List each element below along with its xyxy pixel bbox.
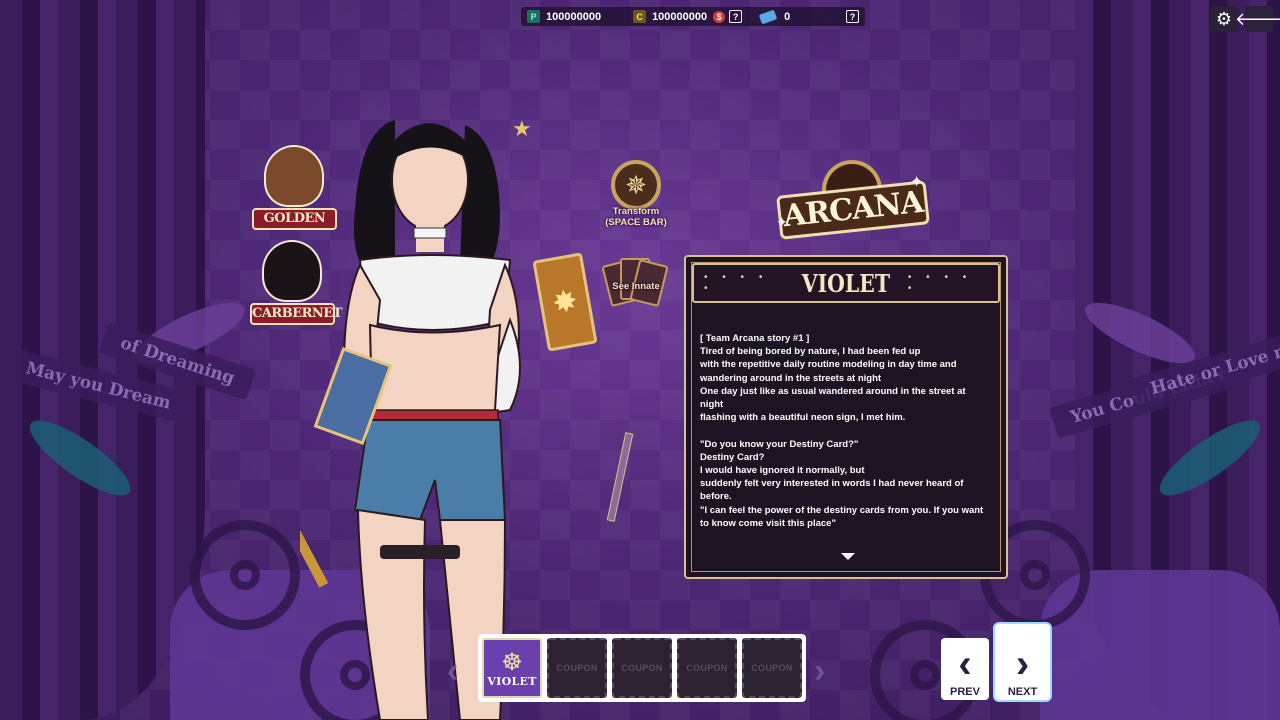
title-dots-left: • • • • • — [704, 272, 769, 294]
panel-title-bar: • • • • • VIOLET • • • • • — [692, 263, 1000, 303]
story-line: "I can feel the power of the destiny car… — [700, 504, 984, 516]
sparkle-icon: ✦ — [776, 214, 788, 230]
coins-currency: C 100000000 $ ? — [627, 7, 743, 26]
strip-right-arrow[interactable]: › — [814, 652, 825, 691]
ship-wheel-decor-left — [190, 520, 300, 630]
chevron-left-icon: ‹ — [958, 642, 972, 686]
next-label: NEXT — [1007, 686, 1038, 698]
card-slot-violet[interactable]: ☸ VIOLET — [482, 638, 542, 698]
points-currency: P 100000000 — [521, 7, 601, 26]
story-line: with the repetitive daily routine modeli… — [700, 359, 957, 371]
help-icon[interactable]: ? — [729, 10, 743, 23]
see-innate-label: See Innate — [612, 281, 660, 292]
slot-label: VIOLET — [487, 674, 537, 688]
coin-icon: C — [633, 10, 647, 23]
logo-text: ARCANA — [776, 180, 930, 240]
story-line: I would have ignored it normally, but — [700, 465, 865, 477]
prev-label: PREV — [950, 686, 980, 698]
card-slot-coupon[interactable]: COUPON — [742, 638, 802, 698]
ship-wheel-icon: ☸ — [501, 646, 523, 676]
help-icon[interactable]: ? — [846, 10, 859, 23]
transform-label-line2: (SPACE BAR) — [605, 217, 667, 228]
back-arrow-icon: 🡐 — [1234, 8, 1280, 29]
story-line: wandering around in the streets at night — [700, 372, 882, 384]
back-button[interactable]: 🡐 — [1235, 6, 1280, 32]
ticket-icon — [758, 9, 778, 24]
story-line: before. — [700, 491, 732, 503]
dollar-icon[interactable]: $ — [713, 10, 726, 23]
story-line — [700, 424, 1000, 437]
story-line: "Do you know your Destiny Card?" — [700, 438, 859, 450]
story-line: Tired of being bored by nature, I had be… — [700, 346, 921, 358]
story-line: One day just like as usual wandered arou… — [700, 385, 966, 397]
chevron-right-icon: › — [1015, 642, 1030, 686]
ticket-currency: 0 — [758, 7, 791, 26]
arcana-logo: ARCANA — [776, 160, 930, 240]
card-slot-coupon[interactable]: COUPON — [612, 638, 672, 698]
transform-button[interactable]: ✵ — [611, 160, 661, 210]
prev-button[interactable]: ‹ PREV — [941, 638, 989, 700]
character-name: VIOLET — [801, 268, 891, 298]
settings-button[interactable]: ⚙ — [1210, 6, 1238, 32]
compass-icon: ✵ — [625, 169, 647, 200]
story-line: night — [700, 399, 724, 411]
story-line: [ Team Arcana story #1 ] — [700, 333, 810, 344]
points-icon: P — [527, 10, 540, 23]
gear-icon: ⚙ — [1215, 8, 1233, 29]
story-line: flashing with a beautiful neon sign, I m… — [700, 412, 906, 424]
transform-label: Transform (SPACE BAR) — [596, 206, 676, 228]
currency-bar: P 100000000 C 100000000 $ ? 0 ? — [521, 7, 865, 26]
character-illustration — [300, 120, 521, 720]
story-panel[interactable]: • • • • • VIOLET • • • • • [ Team Arcana… — [684, 255, 1008, 579]
card-slot-coupon[interactable]: COUPON — [547, 638, 607, 698]
transform-label-line1: Transform — [612, 206, 660, 217]
story-line: suddenly felt very interested in words I… — [700, 478, 964, 490]
coins-value: 100000000 — [652, 10, 708, 23]
next-button[interactable]: › NEXT — [995, 624, 1050, 700]
points-value: 100000000 — [546, 10, 602, 23]
story-text: [ Team Arcana story #1 ] Tired of being b… — [700, 332, 1000, 530]
character-card-strip: ☸ VIOLET COUPON COUPON COUPON COUPON — [478, 634, 806, 702]
story-line: to know come visit this place" — [700, 517, 836, 529]
title-dots-right: • • • • • — [907, 272, 973, 294]
ticket-value: 0 — [784, 10, 791, 23]
scroll-down-icon[interactable] — [841, 553, 855, 560]
card-slot-coupon[interactable]: COUPON — [677, 638, 737, 698]
strip-left-arrow[interactable]: ‹ — [447, 652, 458, 691]
story-line: Destiny Card? — [700, 451, 765, 463]
sparkle-icon: ✦ — [910, 174, 924, 191]
